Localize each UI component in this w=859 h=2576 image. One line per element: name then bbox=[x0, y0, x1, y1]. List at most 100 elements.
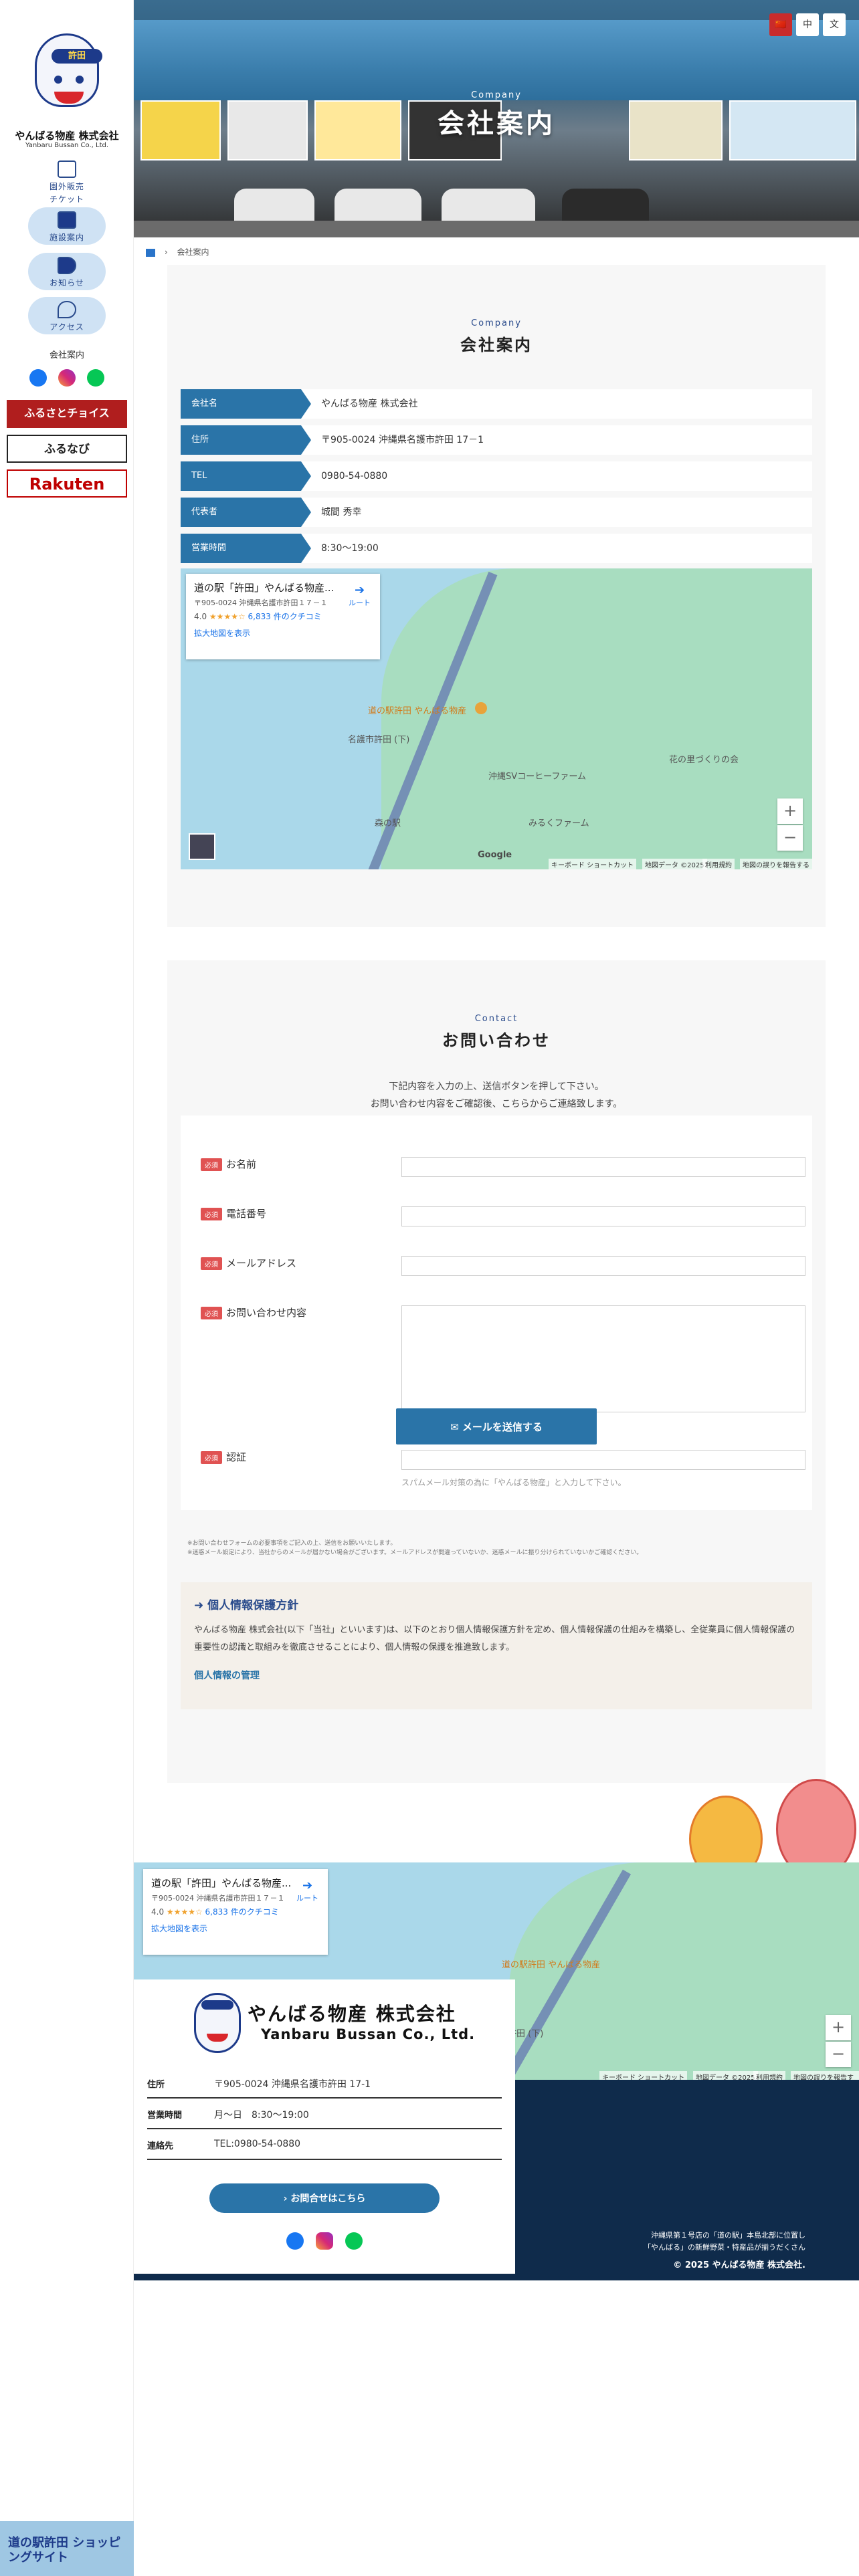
megaphone-icon bbox=[58, 257, 76, 274]
logo-badge: 許田 bbox=[52, 49, 102, 64]
info-row-address: 住所 〒905-0024 沖縄県名護市許田 17－1 bbox=[181, 425, 812, 455]
map-route-button[interactable]: ➔ ルート bbox=[296, 1879, 318, 1903]
nav-item-news[interactable]: お知らせ bbox=[37, 257, 97, 294]
field-label: 必須 認証 bbox=[201, 1450, 246, 1464]
company-map[interactable]: 道の駅許田 やんばる物産 名護市許田 (下) 沖縄SVコーヒーファーム 花の里づ… bbox=[181, 568, 812, 869]
route-label: ルート bbox=[349, 599, 371, 607]
company-title-en: Company bbox=[471, 318, 522, 328]
shopping-site-banner[interactable]: 道の駅許田 ショッピングサイト bbox=[0, 2521, 134, 2576]
satellite-toggle[interactable] bbox=[189, 833, 215, 860]
info-value: 〒905-0024 沖縄県名護市許田 17－1 bbox=[321, 435, 484, 445]
nav-item-access[interactable]: アクセス bbox=[37, 301, 97, 338]
map-enlarge-link[interactable]: 拡大地図を表示 bbox=[194, 627, 372, 639]
banner-label: ふるさとチョイス bbox=[24, 407, 110, 419]
contact-intro-1: 下記内容を入力の上、送信ボタンを押して下さい。 bbox=[389, 1081, 604, 1092]
furunavi-banner[interactable]: ふるなび bbox=[7, 435, 127, 463]
info-row-company-name: 会社名 やんばる物産 株式会社 bbox=[181, 389, 812, 419]
home-icon[interactable] bbox=[146, 248, 155, 257]
form-row-phone: 必須 電話番号 bbox=[201, 1206, 805, 1233]
company-title: 会社案内 bbox=[460, 336, 533, 354]
hero-roof bbox=[134, 20, 859, 100]
facebook-icon[interactable] bbox=[286, 2232, 304, 2250]
form-row-message: 必須 お問い合わせ内容 bbox=[201, 1305, 805, 1419]
name-input[interactable] bbox=[401, 1157, 805, 1177]
footer-value: TEL:0980-54-0880 bbox=[214, 2139, 301, 2149]
brand-logo[interactable]: 許田 bbox=[27, 27, 107, 120]
footer-company-en: Yanbaru Bussan Co., Ltd. bbox=[261, 2026, 476, 2042]
privacy-title: ➜ 個人情報保護方針 bbox=[194, 1596, 799, 1612]
zoom-out-button[interactable]: − bbox=[826, 2042, 851, 2067]
rating-stars: ★★★★☆ bbox=[209, 612, 246, 621]
rakuten-banner[interactable]: Rakuten bbox=[7, 469, 127, 498]
footer-value: 月～日 8:30～19:00 bbox=[214, 2110, 309, 2121]
map-place-name: 道の駅「許田」やんばる物産... bbox=[194, 582, 335, 594]
message-textarea[interactable] bbox=[401, 1305, 805, 1412]
map-label: 森の駅 bbox=[375, 819, 401, 829]
company-section: Company 会社案内 会社名 やんばる物産 株式会社 住所 〒905-002… bbox=[167, 265, 826, 927]
zoom-out-button[interactable]: − bbox=[777, 825, 803, 851]
map-route-button[interactable]: ➔ ルート bbox=[349, 583, 371, 608]
nav-item-facilities[interactable]: 施設案内 bbox=[37, 211, 97, 249]
line-icon[interactable] bbox=[87, 369, 104, 387]
field-label-text: 認証 bbox=[226, 1451, 247, 1463]
field-label: 必須 お名前 bbox=[201, 1157, 256, 1171]
map-terms[interactable]: 利用規約 bbox=[702, 859, 735, 869]
nav-company-link[interactable]: 会社案内 bbox=[0, 348, 134, 360]
lang-button-zh[interactable]: 中 bbox=[796, 13, 819, 36]
privacy-management-link[interactable]: 個人情報の管理 bbox=[194, 1669, 799, 1682]
page: { "brand": { "badge": "許田", "name_jp": "… bbox=[0, 0, 859, 2576]
map-rating: 4.0 ★★★★☆ 6,833 件のクチコミ bbox=[151, 1906, 320, 1917]
logo-mouth bbox=[207, 2034, 228, 2042]
map-place-name: 道の駅「許田」やんばる物産... bbox=[151, 1877, 292, 1889]
instagram-icon[interactable] bbox=[316, 2232, 333, 2250]
rating-value: 4.0 bbox=[194, 612, 207, 621]
facebook-icon[interactable] bbox=[29, 369, 47, 387]
field-label: 必須 お問い合わせ内容 bbox=[201, 1305, 306, 1319]
footer-label: 住所 bbox=[147, 2080, 165, 2090]
nav-label: 施設案内 bbox=[49, 233, 84, 242]
email-input[interactable] bbox=[401, 1256, 805, 1276]
contact-title-en: Contact bbox=[474, 1014, 518, 1024]
footer-desc-1: 沖縄県第１号店の「道の駅」本島北部に位置し bbox=[651, 2231, 805, 2240]
map-enlarge-link[interactable]: 拡大地図を表示 bbox=[151, 1923, 320, 1934]
logo-eye-left bbox=[54, 76, 62, 84]
hero-banner: Company 会社案内 🇨🇳 中 文 bbox=[134, 0, 859, 237]
line-icon[interactable] bbox=[345, 2232, 363, 2250]
required-badge: 必須 bbox=[201, 1158, 222, 1171]
info-value: やんばる物産 株式会社 bbox=[321, 399, 418, 409]
field-label-text: お問い合わせ内容 bbox=[226, 1307, 307, 1319]
map-address: 〒905-0024 沖縄県名護市許田１７－１ bbox=[151, 1894, 285, 1903]
google-logo: Google bbox=[478, 850, 512, 860]
instagram-icon[interactable] bbox=[58, 369, 76, 387]
zoom-in-button[interactable]: + bbox=[777, 798, 803, 824]
review-count[interactable]: 6,833 件のクチコミ bbox=[205, 1907, 279, 1917]
review-count[interactable]: 6,833 件のクチコミ bbox=[248, 612, 322, 621]
furusato-choice-banner[interactable]: ふるさとチョイス bbox=[7, 400, 127, 428]
sidebar: 許田 やんばる物産 株式会社 Yanbaru Bussan Co., Ltd. … bbox=[0, 0, 134, 2576]
shop-icon bbox=[58, 160, 76, 178]
captcha-input[interactable] bbox=[401, 1450, 805, 1470]
info-row-hours: 営業時間 8:30～19:00 bbox=[181, 534, 812, 563]
send-mail-button[interactable]: ✉ メールを送信する bbox=[396, 1408, 597, 1444]
logo-eye-right bbox=[76, 76, 84, 84]
lang-button-text[interactable]: 文 bbox=[823, 13, 846, 36]
nav-label: チケット bbox=[49, 195, 84, 204]
field-label-text: 電話番号 bbox=[226, 1208, 267, 1220]
map-pin-station[interactable] bbox=[475, 702, 487, 714]
footer-logo bbox=[194, 1993, 241, 2053]
zoom-in-button[interactable]: + bbox=[826, 2015, 851, 2040]
arrow-circle-icon: ➜ bbox=[194, 1599, 208, 1612]
building-icon bbox=[58, 211, 76, 229]
lang-button-zh-cn[interactable]: 🇨🇳 bbox=[769, 13, 792, 36]
map-shortcuts[interactable]: キーボード ショートカット bbox=[549, 859, 637, 869]
required-badge: 必須 bbox=[201, 1451, 222, 1464]
footer-map-info-card: 道の駅「許田」やんばる物産... 〒905-0024 沖縄県名護市許田１７－１ … bbox=[143, 1869, 328, 1955]
note-1: ※お問い合わせフォームの必要事項をご記入の上、送信をお願いいたします。 bbox=[187, 1540, 397, 1547]
phone-input[interactable] bbox=[401, 1206, 805, 1226]
hero-title: 会社案内 bbox=[438, 108, 555, 139]
banner-label: ふるなび bbox=[44, 443, 90, 456]
map-report[interactable]: 地図の誤りを報告する bbox=[740, 859, 812, 869]
footer-company-card: やんばる物産 株式会社 Yanbaru Bussan Co., Ltd. 住所 … bbox=[134, 1979, 515, 2274]
footer-contact-button[interactable]: › お問合せはこちら bbox=[209, 2183, 440, 2213]
banner-label: Rakuten bbox=[29, 475, 105, 494]
